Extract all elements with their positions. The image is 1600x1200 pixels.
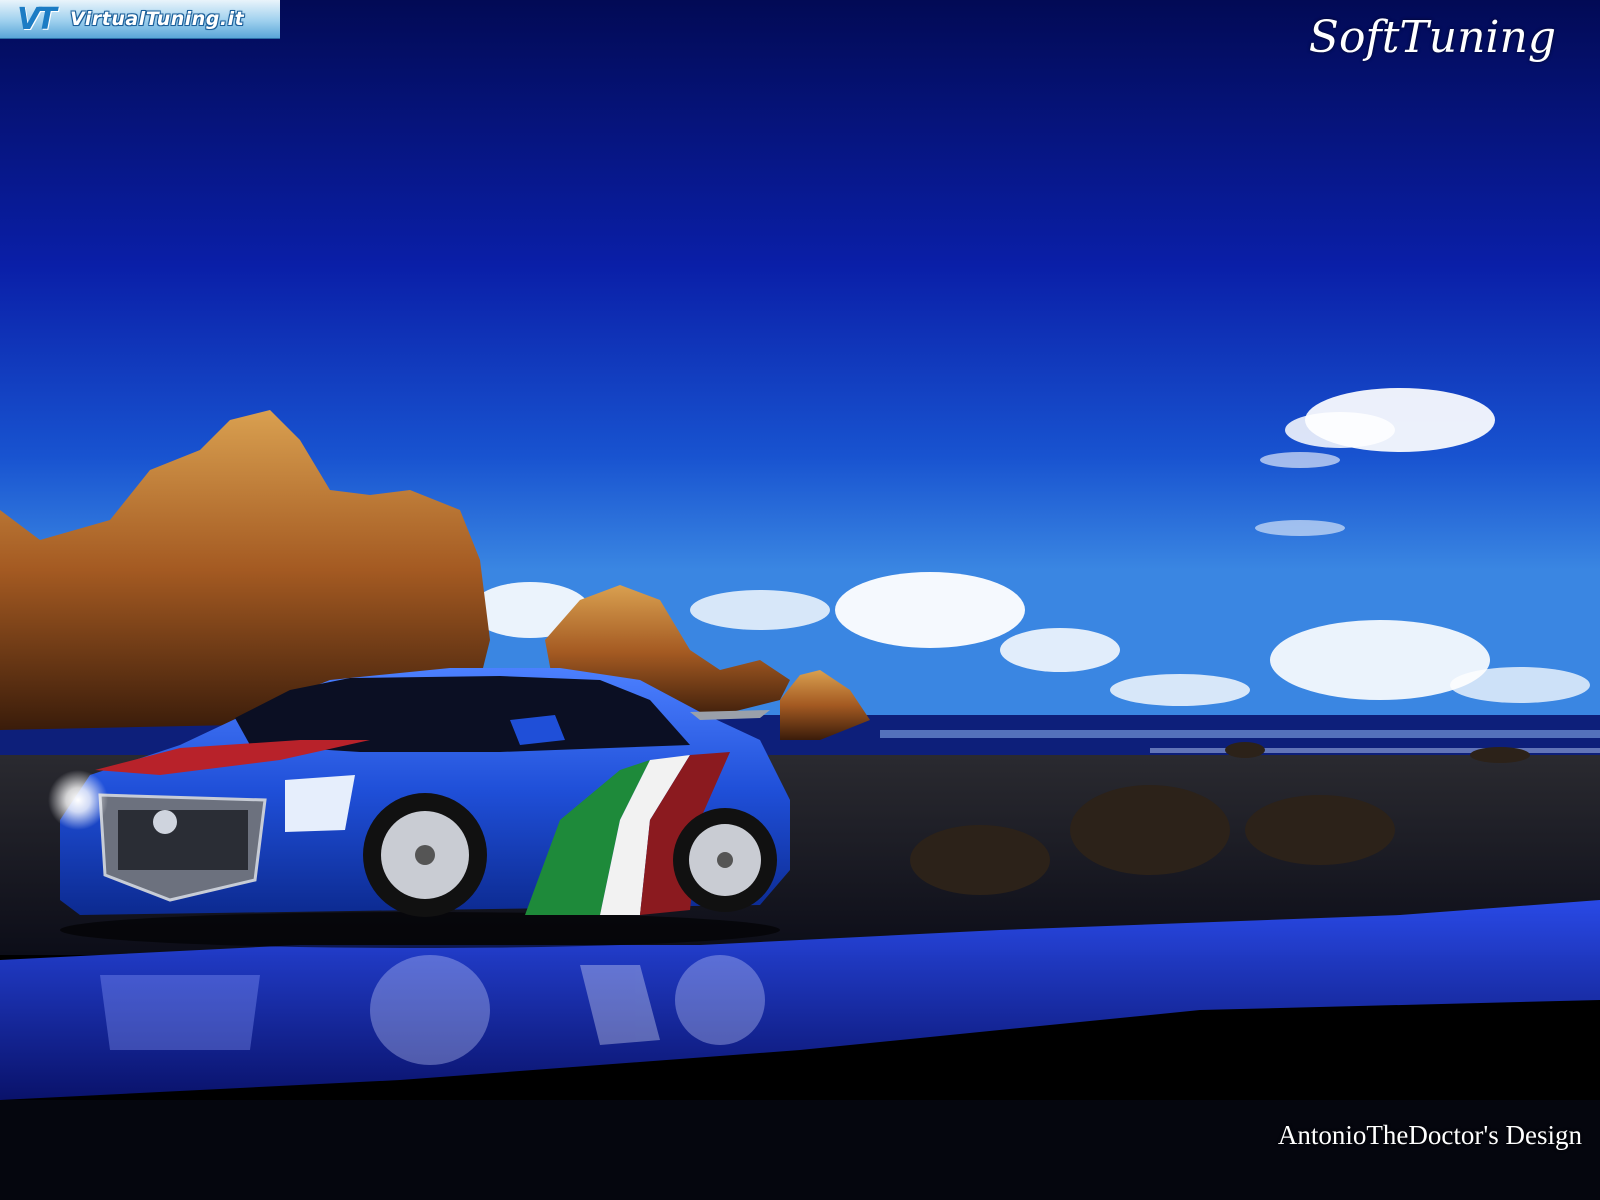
brand-watermark: SoftTuning xyxy=(1308,12,1556,63)
front-wheel xyxy=(363,793,487,917)
site-logo[interactable]: VT VirtualTuning.it xyxy=(0,0,280,39)
vt-logo-icon: VT xyxy=(17,1,57,37)
site-logo-text: VirtualTuning.it xyxy=(70,8,245,30)
designer-credit: AntonioTheDoctor's Design xyxy=(1277,1120,1582,1150)
rear-wheel xyxy=(673,808,777,912)
background-photo xyxy=(0,0,1600,1200)
